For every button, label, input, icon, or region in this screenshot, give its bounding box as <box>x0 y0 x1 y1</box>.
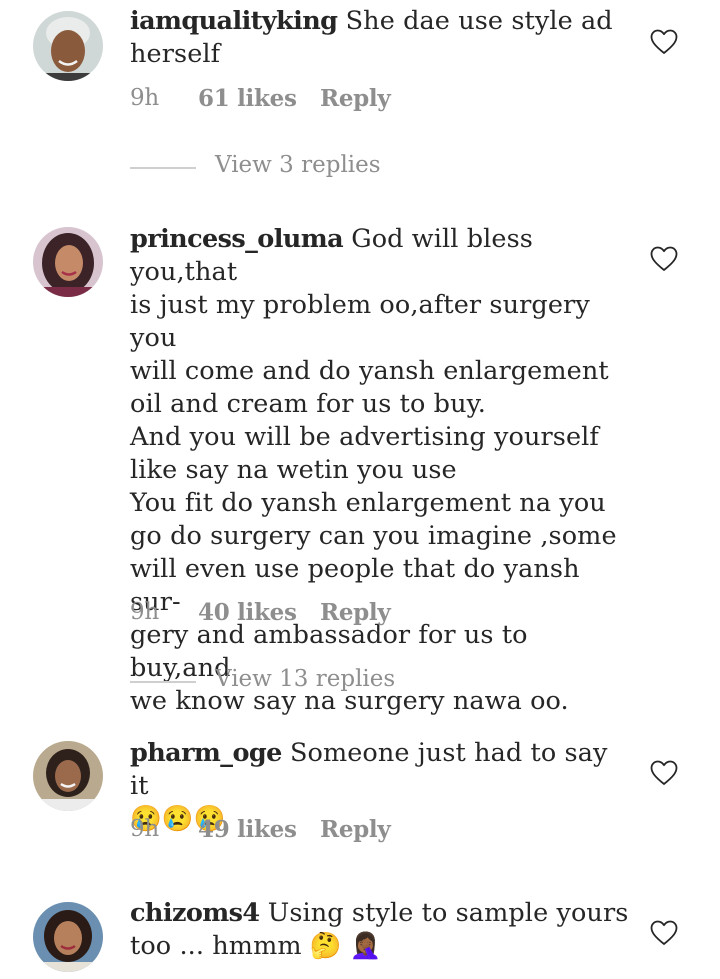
comment-likes[interactable]: 40 likes <box>198 599 297 626</box>
comment-time: 9h <box>130 816 159 842</box>
avatar[interactable] <box>33 902 103 972</box>
comment-username[interactable]: princess_oluma <box>130 224 344 254</box>
replies-divider <box>130 167 196 169</box>
comment-likes[interactable]: 49 likes <box>198 816 297 843</box>
comment-text: iamqualityking She dae use style ad hers… <box>130 5 630 71</box>
view-replies-label[interactable]: View 3 replies <box>215 152 381 178</box>
comment-body: God will bless you,that is just my probl… <box>130 224 617 716</box>
reply-button[interactable]: Reply <box>320 599 391 626</box>
comment-username[interactable]: chizoms4 <box>130 898 260 928</box>
heart-outline-icon[interactable] <box>650 760 678 786</box>
view-replies-label[interactable]: View 13 replies <box>215 666 395 692</box>
comment-text: chizoms4 Using style to sample yours too… <box>130 897 630 963</box>
avatar[interactable] <box>33 11 103 81</box>
avatar[interactable] <box>33 741 103 811</box>
heart-outline-icon[interactable] <box>650 920 678 946</box>
replies-divider <box>130 681 196 683</box>
reply-button[interactable]: Reply <box>320 816 391 843</box>
reply-button[interactable]: Reply <box>320 85 391 112</box>
heart-outline-icon[interactable] <box>650 246 678 272</box>
comment-time: 9h <box>130 599 159 625</box>
comment-username[interactable]: pharm_oge <box>130 738 282 768</box>
comment-time: 9h <box>130 85 159 111</box>
comment-text: princess_oluma God will bless you,that i… <box>130 223 630 718</box>
heart-outline-icon[interactable] <box>650 29 678 55</box>
comment-likes[interactable]: 61 likes <box>198 85 297 112</box>
avatar[interactable] <box>33 227 103 297</box>
comment-username[interactable]: iamqualityking <box>130 6 338 36</box>
